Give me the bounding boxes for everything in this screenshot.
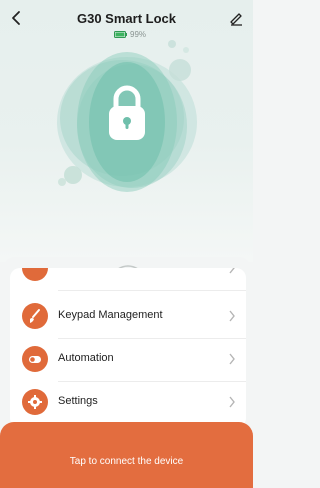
connect-device-button[interactable]: Tap to connect the device: [0, 422, 253, 488]
battery-icon: [114, 31, 127, 38]
connect-device-label: Tap to connect the device: [69, 456, 184, 467]
chevron-right-icon: [229, 268, 235, 274]
divider: [58, 290, 246, 291]
partial-item-icon: [22, 268, 48, 281]
menu-item-settings[interactable]: Settings: [10, 381, 246, 424]
chevron-right-icon: [229, 353, 235, 365]
menu-card: Keypad Management Automation Settings: [10, 268, 246, 428]
chevron-right-icon: [229, 396, 235, 408]
menu-item-label: Settings: [58, 395, 98, 407]
chevron-right-icon: [229, 310, 235, 322]
edit-pencil-icon[interactable]: [228, 10, 244, 26]
menu-item-automation[interactable]: Automation: [10, 338, 246, 381]
menu-item-partial[interactable]: [10, 268, 246, 290]
header: G30 Smart Lock 99%: [0, 0, 253, 44]
page-title: G30 Smart Lock: [77, 11, 176, 26]
gear-icon: [22, 389, 48, 415]
menu-item-label: Keypad Management: [58, 309, 163, 321]
toggle-icon: [22, 346, 48, 372]
battery-percent: 99%: [130, 30, 147, 39]
menu-item-label: Automation: [58, 352, 114, 364]
brush-icon: [22, 303, 48, 329]
menu-item-keypad-management[interactable]: Keypad Management: [10, 295, 246, 338]
